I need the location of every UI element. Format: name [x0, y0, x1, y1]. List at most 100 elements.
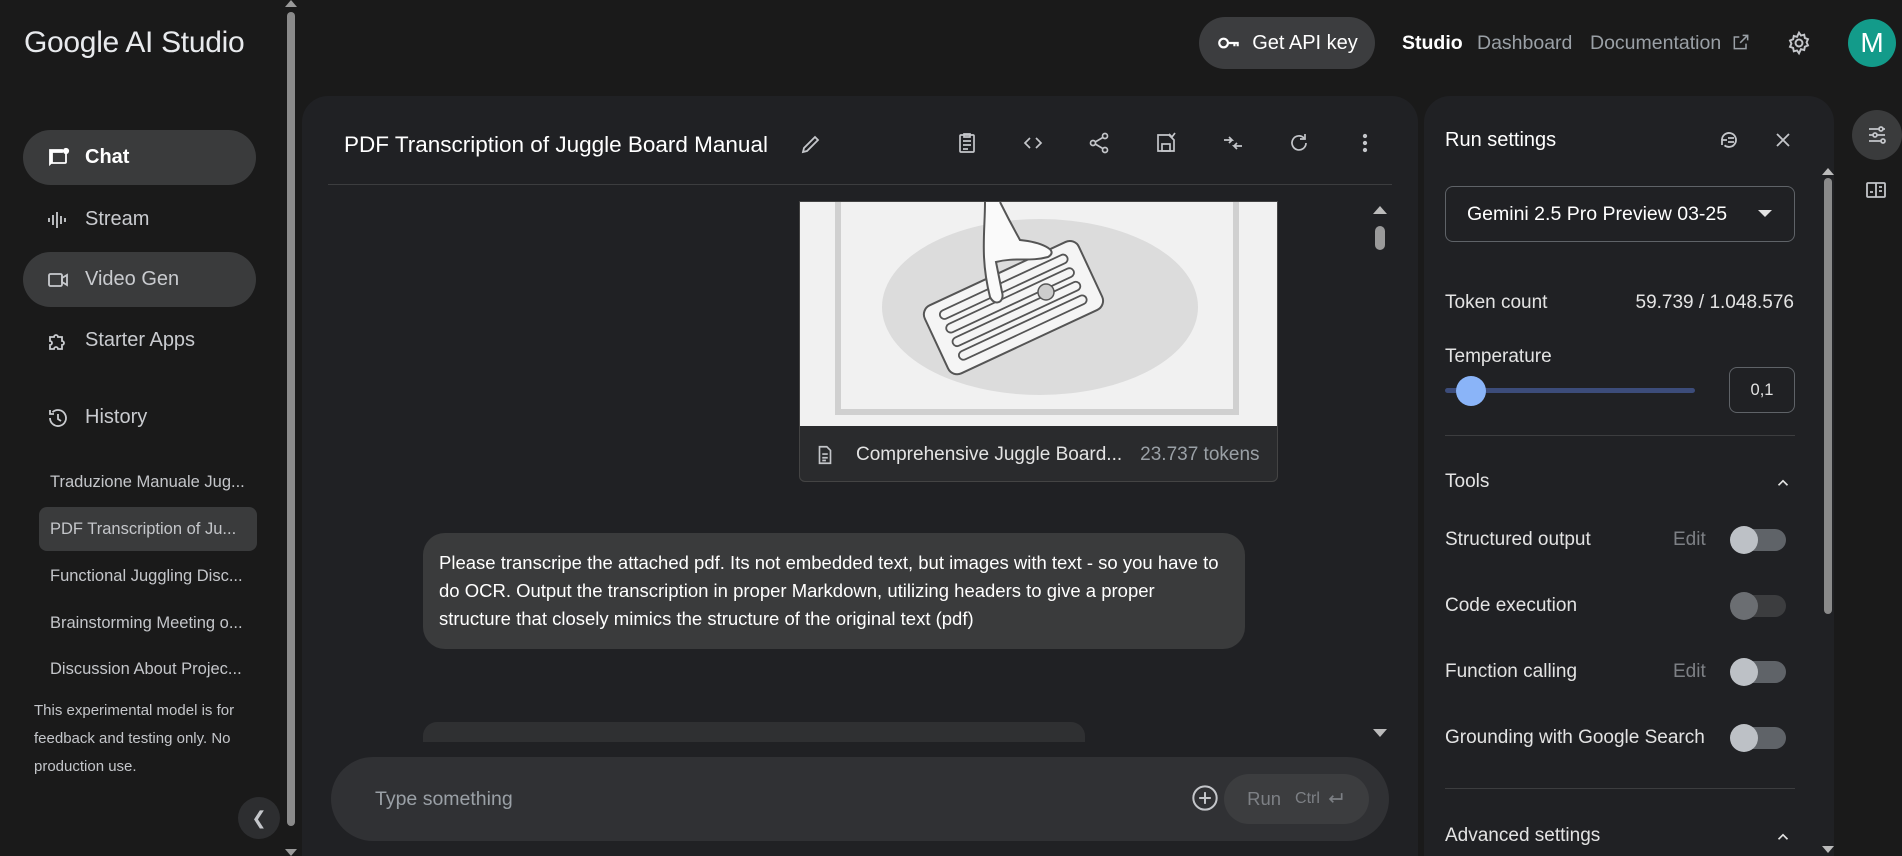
- structured-output-edit-link[interactable]: Edit: [1673, 529, 1706, 551]
- token-count-value: 59.739 / 1.048.576: [1635, 292, 1794, 313]
- enter-key-icon: [1328, 793, 1343, 803]
- run-label: Run: [1247, 788, 1282, 809]
- scroll-down-arrow[interactable]: [285, 849, 297, 856]
- prompt-input[interactable]: [375, 781, 1135, 817]
- model-response-partial: [423, 722, 1085, 742]
- brand-logo[interactable]: Google AI Studio: [24, 26, 245, 60]
- chat-title: PDF Transcription of Juggle Board Manual: [344, 132, 768, 157]
- key-icon: [1218, 37, 1239, 49]
- scroll-up-arrow[interactable]: [1373, 206, 1387, 214]
- run-settings-title: Run settings: [1445, 129, 1557, 151]
- user-avatar[interactable]: M: [1848, 19, 1896, 67]
- function-calling-edit-link[interactable]: Edit: [1673, 661, 1706, 683]
- model-select-value: Gemini 2.5 Pro Preview 03-25: [1467, 202, 1728, 225]
- section-divider: [1445, 435, 1795, 436]
- tool-structured-output-label: Structured output: [1445, 529, 1591, 550]
- save-icon[interactable]: [1152, 129, 1180, 157]
- documentation-link[interactable]: Documentation: [1590, 32, 1751, 55]
- sidebar-scrollbar[interactable]: [284, 0, 298, 856]
- studio-link[interactable]: Studio: [1402, 32, 1463, 55]
- chevron-left-icon: ❮: [251, 807, 267, 828]
- scroll-up-arrow[interactable]: [1822, 168, 1834, 175]
- history-item-active[interactable]: PDF Transcription of Ju...: [39, 507, 257, 551]
- attachment-file-row: Comprehensive Juggle Board... 23.737 tok…: [800, 426, 1277, 481]
- scrollbar-thumb[interactable]: [1375, 226, 1385, 250]
- attachment-name: Comprehensive Juggle Board...: [856, 443, 1123, 465]
- run-settings-toggle-button[interactable]: [1852, 110, 1902, 160]
- puzzle-icon: [45, 328, 71, 354]
- get-api-key-label: Get API key: [1252, 31, 1358, 54]
- chevron-up-icon[interactable]: [1774, 474, 1792, 492]
- section-divider: [1445, 788, 1795, 789]
- tools-label: Tools: [1445, 471, 1490, 492]
- nav-video-gen[interactable]: Video Gen: [23, 252, 256, 307]
- nav-starter-apps[interactable]: Starter Apps: [23, 313, 256, 368]
- chat-icon: [45, 145, 71, 171]
- history-icon: [45, 405, 71, 431]
- nav-history-label: History: [85, 406, 148, 428]
- nav-stream[interactable]: Stream: [23, 192, 256, 247]
- code-icon[interactable]: [1019, 129, 1047, 157]
- tool-function-calling-label: Function calling: [1445, 661, 1578, 682]
- temperature-label: Temperature: [1445, 346, 1552, 367]
- history-item[interactable]: Discussion About Projec...: [39, 647, 257, 691]
- nav-starter-apps-label: Starter Apps: [85, 329, 196, 351]
- chevron-up-icon[interactable]: [1774, 828, 1792, 846]
- header-divider: [328, 184, 1392, 185]
- close-icon[interactable]: [1771, 128, 1797, 154]
- get-api-key-button[interactable]: Get API key: [1199, 17, 1375, 69]
- attachment-card[interactable]: Comprehensive Juggle Board... 23.737 tok…: [799, 201, 1278, 482]
- scroll-up-arrow[interactable]: [285, 0, 297, 7]
- dashboard-layout-icon[interactable]: [1864, 178, 1890, 204]
- experimental-disclaimer: This experimental model is for feedback …: [34, 702, 235, 775]
- external-link-icon: [1733, 34, 1749, 50]
- audio-wave-icon: [45, 207, 71, 233]
- refresh-icon[interactable]: [1285, 129, 1313, 157]
- user-message: Please transcripe the attached pdf. Its …: [423, 533, 1245, 649]
- collapse-sidebar-button[interactable]: ❮: [238, 797, 280, 839]
- attachment-preview-image: [800, 202, 1277, 426]
- document-icon: [818, 445, 832, 464]
- reset-settings-icon[interactable]: [1717, 128, 1743, 154]
- run-settings-panel: Run settings Gemini 2.5 Pro Preview 03-2…: [1424, 96, 1834, 856]
- add-attachment-icon[interactable]: [1191, 784, 1221, 814]
- history-item[interactable]: Traduzione Manuale Jug...: [39, 460, 257, 504]
- prompt-composer: Run Ctrl: [331, 757, 1389, 841]
- tool-code-execution-label: Code execution: [1445, 595, 1578, 616]
- clipboard-icon[interactable]: [953, 129, 981, 157]
- run-shortcut: Ctrl: [1295, 789, 1346, 809]
- compare-icon[interactable]: [1219, 129, 1247, 157]
- code-execution-toggle[interactable]: [1730, 592, 1786, 620]
- chevron-down-icon: [1758, 210, 1772, 217]
- structured-output-toggle[interactable]: [1730, 526, 1786, 554]
- temperature-input[interactable]: 0,1: [1729, 367, 1795, 413]
- temperature-slider-thumb[interactable]: [1456, 376, 1486, 406]
- documentation-label: Documentation: [1590, 32, 1722, 54]
- scrollbar-thumb[interactable]: [1824, 178, 1832, 614]
- edit-title-icon[interactable]: [799, 132, 823, 156]
- tool-grounding-label: Grounding with Google Search: [1445, 727, 1705, 748]
- share-icon[interactable]: [1085, 129, 1113, 157]
- nav-chat[interactable]: Chat: [23, 130, 256, 185]
- left-sidebar: Google AI Studio Chat Stream Video Gen S…: [0, 0, 280, 856]
- video-camera-icon: [45, 267, 71, 293]
- scroll-down-arrow[interactable]: [1822, 846, 1834, 853]
- scrollbar-thumb[interactable]: [287, 12, 295, 826]
- tune-icon: [1869, 126, 1886, 144]
- nav-history[interactable]: History: [23, 390, 256, 445]
- grounding-toggle[interactable]: [1730, 724, 1786, 752]
- history-item[interactable]: Brainstorming Meeting o...: [39, 601, 257, 645]
- scroll-down-arrow[interactable]: [1373, 729, 1387, 737]
- advanced-settings-label: Advanced settings: [1445, 825, 1601, 846]
- chat-panel: PDF Transcription of Juggle Board Manual: [302, 96, 1418, 856]
- model-select[interactable]: Gemini 2.5 Pro Preview 03-25: [1445, 186, 1795, 242]
- dashboard-link[interactable]: Dashboard: [1477, 32, 1572, 55]
- nav-stream-label: Stream: [85, 208, 150, 230]
- history-item[interactable]: Functional Juggling Disc...: [39, 554, 257, 598]
- nav-video-gen-label: Video Gen: [85, 268, 180, 290]
- function-calling-toggle[interactable]: [1730, 658, 1786, 686]
- run-button[interactable]: Run Ctrl: [1224, 774, 1369, 824]
- token-count-label: Token count: [1445, 292, 1548, 313]
- more-options-icon[interactable]: [1351, 129, 1379, 157]
- settings-gear-icon[interactable]: [1786, 30, 1814, 58]
